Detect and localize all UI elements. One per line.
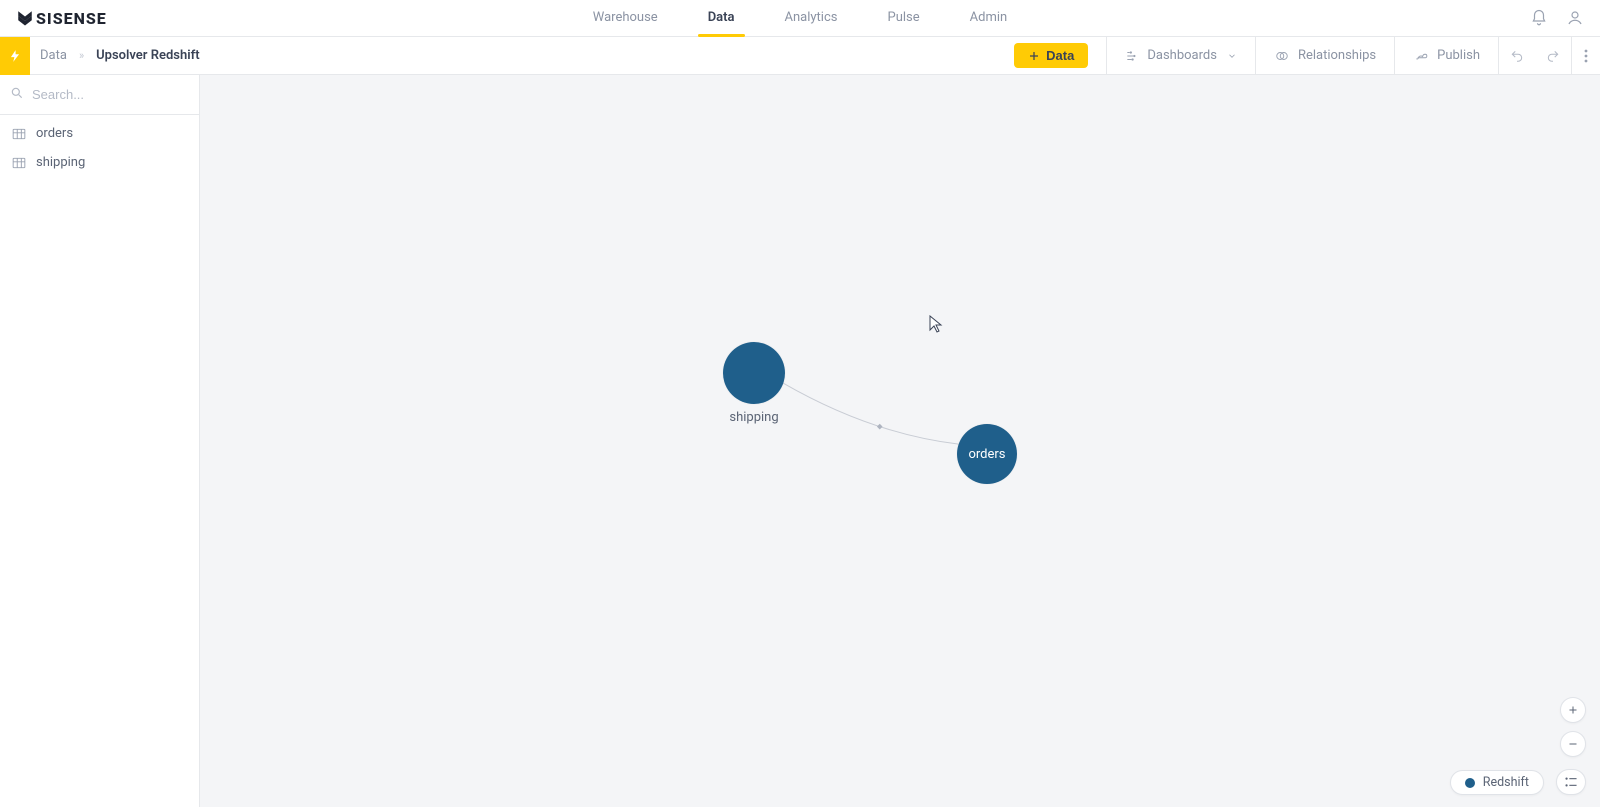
nav-tabs: Warehouse Data Analytics Pulse Admin — [589, 0, 1011, 36]
more-icon — [1584, 49, 1588, 63]
redo-button[interactable] — [1535, 37, 1571, 74]
relationships-label: Relationships — [1298, 48, 1376, 63]
sidebar: orders shipping — [0, 75, 200, 807]
zoom-controls — [1560, 697, 1586, 757]
search-icon — [10, 86, 24, 104]
table-item-shipping[interactable]: shipping — [0, 148, 199, 177]
add-data-label: Data — [1046, 48, 1074, 63]
node-circle[interactable]: orders — [957, 424, 1017, 484]
dashboards-button[interactable]: Dashboards — [1106, 37, 1255, 74]
edge-shipping-orders[interactable] — [783, 383, 958, 444]
graph-edges — [200, 75, 1600, 807]
zoom-in-button[interactable] — [1560, 697, 1586, 723]
bolt-icon — [0, 37, 30, 75]
node-circle[interactable] — [723, 342, 785, 404]
publish-label: Publish — [1437, 48, 1480, 63]
top-nav: SISENSE Warehouse Data Analytics Pulse Admin — [0, 0, 1600, 37]
more-button[interactable] — [1571, 37, 1600, 74]
brand-text: SISENSE — [36, 9, 107, 28]
breadcrumb-root[interactable]: Data — [40, 48, 67, 63]
edge-marker — [877, 424, 883, 430]
nav-tab-warehouse[interactable]: Warehouse — [589, 0, 662, 36]
schema-canvas[interactable]: shipping orders Redshift — [200, 75, 1600, 807]
node-orders[interactable]: orders — [957, 424, 1017, 484]
sub-bar: Data » Upsolver Redshift Data Dashboards… — [0, 37, 1600, 75]
table-icon — [12, 157, 26, 169]
table-item-orders[interactable]: orders — [0, 119, 199, 148]
undo-icon — [1509, 49, 1525, 63]
table-icon — [12, 128, 26, 140]
legend-label: Redshift — [1483, 775, 1529, 790]
breadcrumb-sep: » — [77, 49, 86, 62]
relationships-button[interactable]: Relationships — [1255, 37, 1394, 74]
nav-tab-admin[interactable]: Admin — [966, 0, 1012, 36]
user-icon[interactable] — [1566, 9, 1584, 27]
publish-icon — [1413, 49, 1429, 63]
publish-button[interactable]: Publish — [1394, 37, 1498, 74]
node-label: shipping — [729, 410, 778, 425]
dashboards-icon — [1125, 49, 1139, 63]
table-name: orders — [36, 126, 73, 141]
redo-icon — [1545, 49, 1561, 63]
nav-tab-pulse[interactable]: Pulse — [884, 0, 924, 36]
nav-tab-analytics[interactable]: Analytics — [781, 0, 842, 36]
chevron-down-icon — [1227, 51, 1237, 61]
brand-logo: SISENSE — [16, 9, 107, 28]
nav-tab-data[interactable]: Data — [704, 0, 739, 36]
bell-icon[interactable] — [1530, 9, 1548, 27]
table-name: shipping — [36, 155, 85, 170]
tables-list: orders shipping — [0, 115, 199, 181]
search-input[interactable] — [32, 87, 208, 102]
breadcrumb-current: Upsolver Redshift — [96, 48, 199, 63]
relationships-icon — [1274, 49, 1290, 63]
dashboards-label: Dashboards — [1147, 48, 1217, 63]
legend-toggle-button[interactable] — [1556, 769, 1586, 795]
undo-button[interactable] — [1498, 37, 1535, 74]
node-shipping[interactable]: shipping — [723, 342, 785, 425]
zoom-out-button[interactable] — [1560, 731, 1586, 757]
legend-dot — [1465, 778, 1475, 788]
logo-icon — [16, 9, 34, 27]
legend-pill[interactable]: Redshift — [1450, 770, 1544, 795]
add-data-button[interactable]: Data — [1014, 43, 1088, 68]
